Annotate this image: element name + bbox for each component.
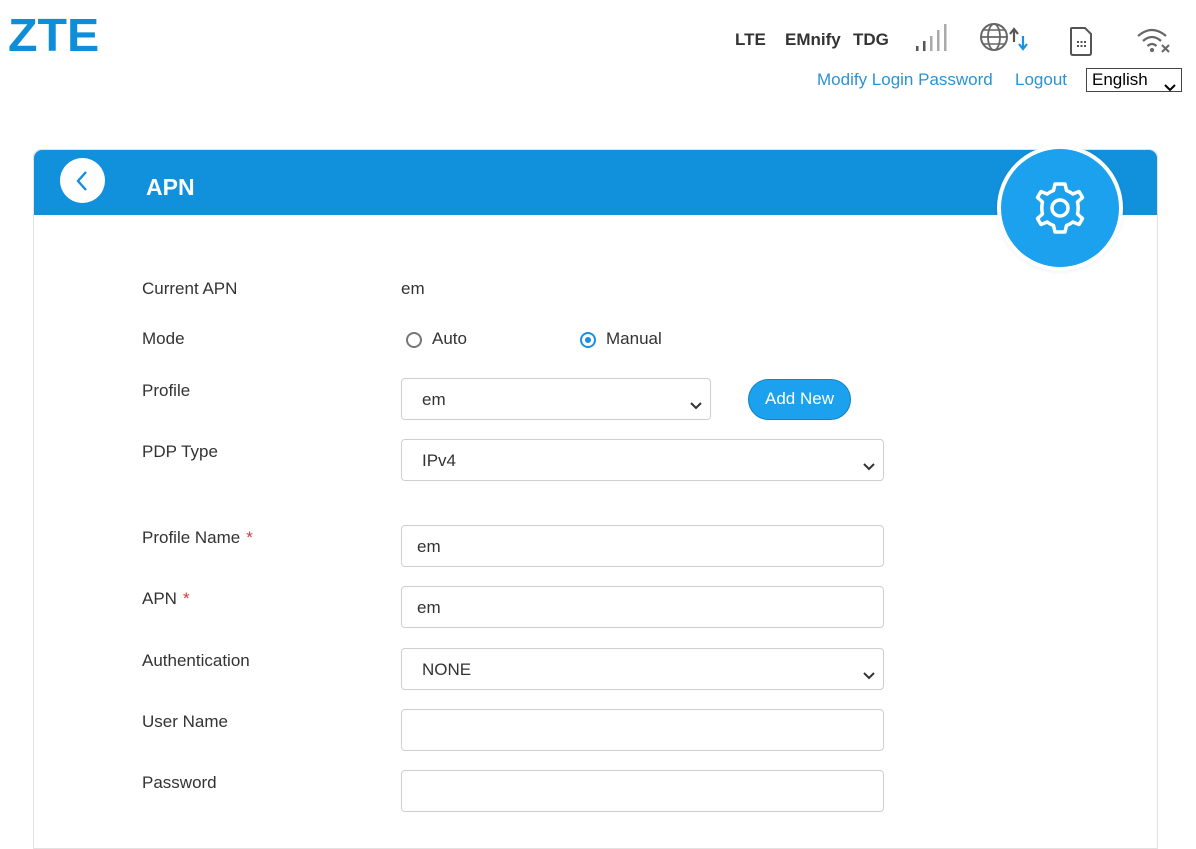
back-button[interactable] (60, 158, 105, 203)
radio-unchecked-icon (406, 332, 422, 348)
authentication-select-value: NONE (422, 660, 472, 679)
mode-label: Mode (142, 329, 185, 348)
profile-name-label: Profile Name * (142, 528, 253, 548)
profile-select[interactable]: em (401, 378, 711, 420)
profile-select-value: em (422, 390, 446, 409)
profile-label: Profile (142, 381, 191, 400)
settings-gear-icon (1001, 149, 1119, 267)
current-apn-value: em (401, 279, 425, 298)
logout-link[interactable]: Logout (1015, 70, 1067, 90)
language-select[interactable]: English (1086, 68, 1182, 92)
apn-label: APN * (142, 589, 190, 609)
password-label: Password (142, 773, 217, 792)
chevron-down-icon (863, 456, 875, 476)
sim-card-icon (1069, 26, 1093, 61)
signal-bars-icon (914, 24, 948, 57)
required-marker: * (246, 528, 253, 547)
profile-name-input[interactable]: em (401, 525, 884, 567)
current-apn-label: Current APN (142, 279, 238, 298)
pdp-type-select[interactable]: IPv4 (401, 439, 884, 481)
authentication-label: Authentication (142, 651, 250, 670)
operator-label: EMnify (785, 30, 841, 49)
chevron-down-icon (1164, 76, 1176, 98)
panel-header: APN (34, 150, 1157, 215)
network-type-label: LTE (735, 30, 766, 49)
username-label: User Name (142, 712, 228, 731)
apn-input-value: em (417, 598, 441, 617)
apn-label-text: APN (142, 589, 177, 608)
mode-auto-label: Auto (432, 329, 467, 348)
carrier-label: TDG (853, 30, 889, 49)
add-new-button[interactable]: Add New (748, 379, 851, 420)
authentication-select[interactable]: NONE (401, 648, 884, 690)
radio-checked-icon (580, 332, 596, 348)
password-input[interactable] (401, 770, 884, 812)
username-input[interactable] (401, 709, 884, 751)
chevron-down-icon (690, 395, 702, 415)
language-select-value: English (1092, 70, 1148, 89)
chevron-down-icon (863, 665, 875, 685)
apn-input[interactable]: em (401, 586, 884, 628)
chevron-left-icon (76, 171, 87, 191)
zte-logo: ZTE (8, 9, 100, 61)
profile-name-label-text: Profile Name (142, 528, 241, 547)
profile-name-input-value: em (417, 537, 441, 556)
pdp-type-label: PDP Type (142, 442, 218, 461)
wifi-off-icon (1135, 26, 1175, 61)
mode-manual-label: Manual (606, 329, 662, 348)
globe-data-icon (978, 22, 1032, 57)
pdp-type-select-value: IPv4 (422, 451, 457, 470)
required-marker: * (182, 589, 190, 608)
page-title: APN (146, 174, 195, 200)
modify-login-password-link[interactable]: Modify Login Password (817, 70, 993, 90)
